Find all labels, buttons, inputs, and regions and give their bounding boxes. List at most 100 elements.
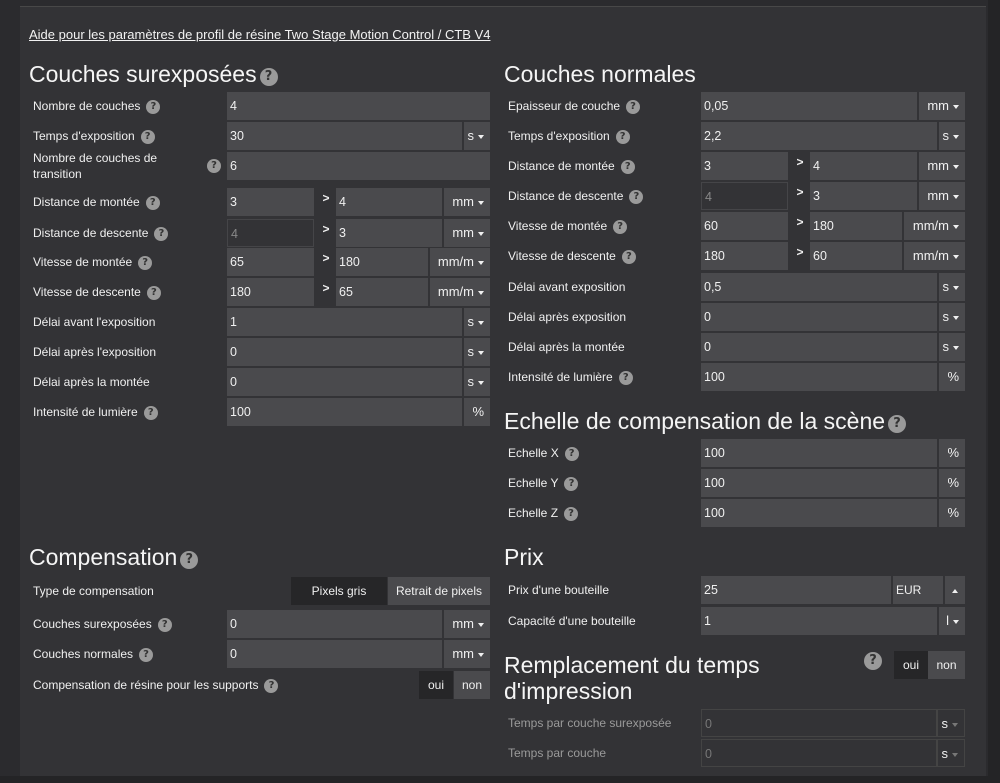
retract-distance-max-input[interactable]: 3 [336, 219, 442, 247]
unit-dropdown[interactable]: s [462, 368, 490, 396]
unit-dropdown[interactable]: s [462, 122, 490, 150]
unit-dropdown[interactable]: mm/m [428, 278, 490, 306]
help-icon[interactable]: ? [154, 227, 169, 241]
unit-dropdown[interactable]: mm/m [902, 212, 965, 240]
normal-exposure-input[interactable]: 2,2 [701, 122, 937, 150]
lift-distance-min-input[interactable]: 3 [701, 152, 788, 180]
unit-dropdown[interactable]: l [937, 607, 965, 635]
compensation-overexposed-input[interactable]: 0 [227, 610, 442, 638]
retract-speed-max-input[interactable]: 65 [336, 278, 428, 306]
lift-speed-max-input[interactable]: 180 [336, 248, 428, 276]
label-text: Echelle X [508, 446, 559, 460]
retract-speed-min-input[interactable]: 180 [227, 278, 314, 306]
scale-x-input[interactable]: 100 [701, 439, 937, 467]
unit-dropdown[interactable]: s [937, 122, 965, 150]
help-icon[interactable]: ? [864, 652, 882, 670]
row-normal-thickness: Epaisseur de couche? 0,05 mm [504, 92, 965, 120]
label-text: Vitesse de descente [33, 285, 141, 299]
help-icon[interactable]: ? [259, 68, 278, 86]
help-icon[interactable]: ? [618, 371, 633, 385]
unit-dropdown[interactable]: s [937, 303, 965, 331]
currency-toggle[interactable] [943, 576, 965, 604]
unit-dropdown[interactable]: mm [917, 92, 965, 120]
compensation-normal-input[interactable]: 0 [227, 640, 442, 668]
replace-no-option[interactable]: non [928, 651, 965, 679]
lift-distance-max-input[interactable]: 4 [810, 152, 917, 180]
currency-input[interactable]: EUR [891, 576, 943, 604]
lift-distance-min-input[interactable]: 3 [227, 188, 314, 216]
help-icon[interactable]: ? [180, 551, 199, 569]
unit-dropdown[interactable]: mm [442, 610, 490, 638]
unit-dropdown[interactable]: s [462, 338, 490, 366]
lift-speed-min-input[interactable]: 65 [227, 248, 314, 276]
help-icon[interactable]: ? [888, 415, 907, 433]
delay-before-input[interactable]: 1 [227, 308, 462, 336]
unit-text: s [467, 344, 475, 359]
unit-dropdown[interactable]: mm/m [428, 248, 490, 276]
retract-speed-max-input[interactable]: 60 [810, 242, 902, 270]
unit-dropdown[interactable]: mm [917, 182, 965, 210]
delay-after-input[interactable]: 0 [701, 303, 937, 331]
lift-speed-min-input[interactable]: 60 [701, 212, 788, 240]
help-icon[interactable]: ? [615, 130, 630, 144]
help-icon[interactable]: ? [629, 190, 644, 204]
replace-yes-option[interactable]: oui [894, 651, 928, 679]
support-yes-option[interactable]: oui [419, 671, 453, 699]
delay-before-input[interactable]: 0,5 [701, 273, 937, 301]
retract-speed-min-input[interactable]: 180 [701, 242, 788, 270]
unit-dropdown[interactable]: mm [442, 219, 490, 247]
unit-dropdown[interactable]: mm [917, 152, 965, 180]
lift-distance-max-input[interactable]: 4 [336, 188, 442, 216]
pixels-gray-option[interactable]: Pixels gris [291, 577, 387, 605]
scale-z-input[interactable]: 100 [701, 499, 937, 527]
help-icon[interactable]: ? [139, 648, 154, 662]
delay-after-input[interactable]: 0 [227, 338, 462, 366]
unit-dropdown: s [937, 709, 965, 737]
retract-distance-min-input: 4 [701, 182, 788, 210]
unit-dropdown[interactable]: s [462, 308, 490, 336]
help-icon[interactable]: ? [145, 196, 160, 210]
delay-lift-input[interactable]: 0 [227, 368, 462, 396]
unit-dropdown[interactable]: mm [442, 188, 490, 216]
scale-y-input[interactable]: 100 [701, 469, 937, 497]
help-icon[interactable]: ? [264, 679, 279, 693]
help-icon[interactable]: ? [207, 159, 221, 173]
help-icon[interactable]: ? [146, 286, 161, 300]
light-intensity-input[interactable]: 100 [227, 398, 462, 426]
bottle-price-input[interactable]: 25 [701, 576, 891, 604]
help-icon[interactable]: ? [564, 447, 579, 461]
delay-lift-input[interactable]: 0 [701, 333, 937, 361]
pixel-shrink-option[interactable]: Retrait de pixels [388, 577, 490, 605]
resin-profile-help-link[interactable]: Aide pour les paramètres de profil de ré… [29, 27, 491, 42]
unit-dropdown[interactable]: mm/m [902, 242, 965, 270]
help-icon[interactable]: ? [564, 507, 579, 521]
help-icon[interactable]: ? [626, 100, 641, 114]
unit-text: mm [452, 646, 474, 661]
help-icon[interactable]: ? [621, 250, 636, 264]
overexposed-transition-input[interactable]: 6 [227, 152, 490, 180]
row-overexposed-delay-after: Délai après l'exposition 0 s [29, 338, 490, 366]
help-icon[interactable]: ? [157, 618, 172, 632]
help-icon[interactable]: ? [620, 160, 635, 174]
help-icon[interactable]: ? [143, 406, 158, 420]
chevron-down-icon [953, 254, 959, 259]
help-icon[interactable]: ? [140, 130, 155, 144]
unit-dropdown[interactable]: mm [442, 640, 490, 668]
support-no-option[interactable]: non [454, 671, 490, 699]
overexposed-count-input[interactable]: 4 [227, 92, 490, 120]
help-icon[interactable]: ? [138, 256, 153, 270]
lift-speed-max-input[interactable]: 180 [810, 212, 902, 240]
unit-dropdown[interactable]: s [937, 273, 965, 301]
unit-dropdown[interactable]: s [937, 333, 965, 361]
help-icon[interactable]: ? [564, 477, 579, 491]
chevron-down-icon [952, 722, 958, 727]
row-label: Nombre de couches? [33, 92, 161, 120]
retract-distance-max-input[interactable]: 3 [810, 182, 917, 210]
help-icon[interactable]: ? [613, 220, 628, 234]
overexposed-exposure-input[interactable]: 30 [227, 122, 462, 150]
light-intensity-input[interactable]: 100 [701, 363, 937, 391]
help-icon[interactable]: ? [146, 100, 161, 114]
row-label: Type de compensation [33, 584, 154, 598]
bottle-capacity-input[interactable]: 1 [701, 607, 937, 635]
layer-thickness-input[interactable]: 0,05 [701, 92, 917, 120]
